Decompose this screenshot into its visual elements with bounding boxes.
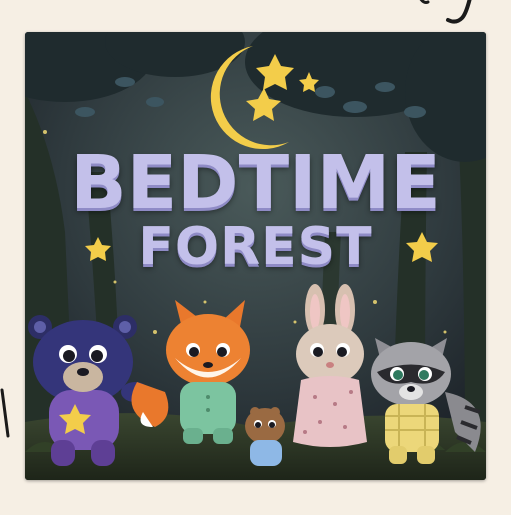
handwriting-fragment-left [0,388,10,438]
squirrel-character [245,407,285,466]
book-cover: BEDTIME FOREST [25,32,486,480]
cover-title-line1: BEDTIME [70,140,441,226]
cover-title-line2: FOREST [138,217,373,277]
